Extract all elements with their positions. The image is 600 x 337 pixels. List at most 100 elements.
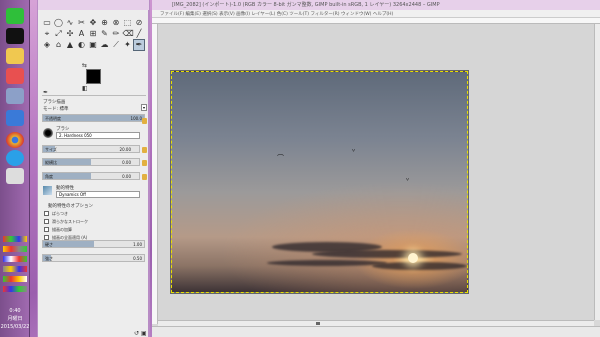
swap-colors-icon[interactable]: ⇆ xyxy=(82,62,87,69)
brush-tool-icon: ✒ xyxy=(43,89,49,96)
stretch-app-icon[interactable] xyxy=(6,110,24,126)
media-app-icon[interactable] xyxy=(6,68,24,84)
chrome-app-icon[interactable] xyxy=(6,132,24,148)
tool-icon-16[interactable]: ⌫ xyxy=(123,29,134,39)
mode-dropdown-arrow-icon[interactable]: ▾ xyxy=(141,104,147,111)
angle-label: 角度 xyxy=(45,174,53,179)
tool-icon-21[interactable]: ◐ xyxy=(77,40,87,50)
status-bar xyxy=(152,326,600,337)
angle-reset-icon[interactable] xyxy=(142,174,147,180)
tool-icon-23[interactable]: ☁ xyxy=(100,40,110,50)
hardness-value: 1.00 xyxy=(133,242,142,247)
tool-icon-15[interactable]: ✏ xyxy=(111,29,121,39)
incremental-checkbox[interactable] xyxy=(44,227,49,232)
menu-items[interactable]: ファイル(F) 編集(E) 選択(S) 表示(V) 画像(I) レイヤー(L) … xyxy=(160,11,393,17)
clock-day: 月曜日 xyxy=(7,316,23,322)
image-window: [IMG_2082] (インポート)-1.0 (RGB カラー 8-bit ガン… xyxy=(152,0,600,337)
tool-icon-2[interactable]: ∿ xyxy=(65,18,75,28)
force-label: 強さ xyxy=(45,256,53,261)
tray-icons-row-3[interactable] xyxy=(3,256,27,262)
sun xyxy=(408,253,418,263)
image-canvas[interactable]: ⌒ ⱽ ⱽ xyxy=(170,70,469,294)
tool-icon-13[interactable]: ⊞ xyxy=(88,29,98,39)
tool-icon-25[interactable]: ✦ xyxy=(123,40,133,50)
clock-date: 2015/03/22 xyxy=(0,324,30,330)
tool-icon-3[interactable]: ✂ xyxy=(77,18,87,28)
restore-defaults-icon[interactable]: ↺ xyxy=(134,330,139,337)
aspect-reset-icon[interactable] xyxy=(142,160,147,166)
tool-icon-11[interactable]: ✣ xyxy=(65,29,75,39)
cloud-band xyxy=(267,260,387,266)
angle-slider[interactable]: 角度 0.00 xyxy=(42,172,140,180)
foreground-color-swatch[interactable] xyxy=(86,69,101,84)
settings-app-icon[interactable] xyxy=(6,88,24,104)
size-slider[interactable]: サイズ 20.00 xyxy=(42,145,140,153)
tool-icon-26[interactable]: ✒ xyxy=(133,39,145,51)
tool-icon-17[interactable]: ╱ xyxy=(134,29,144,39)
skype-app-icon[interactable] xyxy=(6,150,24,166)
cloud-band xyxy=(312,250,462,258)
black-app-icon[interactable] xyxy=(6,28,24,44)
clock-time[interactable]: 0:40 xyxy=(0,308,30,314)
scroll-h-thumb[interactable] xyxy=(316,322,320,325)
tool-icon-18[interactable]: ◈ xyxy=(42,40,52,50)
toolbox-panel: ▭ ◯ ∿ ✂ ✥ ⊕ ⊗ ⬚ ⊘ ⌖ ⤢ ✣ A ⊞ ✎ ✏ ⌫ ╱ ◈ ⌂ ▲ ◐ ▣ ☁ ⟋ ✦ ✒ ⇆ ◧ ✒ ブラシ描画 … xyxy=(37,0,150,337)
cloud-band xyxy=(372,262,467,270)
aspect-value: 0.00 xyxy=(122,160,131,165)
tool-icon-1[interactable]: ◯ xyxy=(54,18,64,28)
tool-icon-24[interactable]: ⟋ xyxy=(111,40,121,50)
vertical-scrollbar[interactable] xyxy=(594,24,600,320)
reset-colors-icon[interactable]: ◧ xyxy=(82,85,88,92)
tray-icons-row-4[interactable] xyxy=(3,266,27,272)
jitter-checkbox[interactable] xyxy=(44,211,49,216)
dynamics-preview-icon[interactable] xyxy=(43,186,52,195)
tool-icon-7[interactable]: ⬚ xyxy=(123,18,133,28)
tray-icons-row-5[interactable] xyxy=(3,276,27,282)
tool-icon-19[interactable]: ⌂ xyxy=(54,40,64,50)
opacity-value: 100.0 xyxy=(130,116,142,121)
brush-name-field[interactable]: 2. Hardness 050 xyxy=(56,132,140,139)
aspect-ratio-slider[interactable]: 縦横比 0.00 xyxy=(42,158,140,166)
tool-icon-6[interactable]: ⊗ xyxy=(111,18,121,28)
save-options-icon[interactable]: ▣ xyxy=(141,330,147,337)
tool-icon-0[interactable]: ▭ xyxy=(42,18,52,28)
tray-icons-row-6[interactable] xyxy=(3,286,27,292)
size-reset-icon[interactable] xyxy=(142,147,147,153)
size-value: 20.00 xyxy=(119,147,131,152)
canvas-area[interactable]: ⌒ ⱽ ⱽ xyxy=(158,24,594,320)
hardness-slider[interactable]: 硬さ 1.00 xyxy=(42,240,145,248)
tray-icons-row-2[interactable] xyxy=(3,246,27,252)
smooth-stroke-checkbox[interactable] xyxy=(44,219,49,224)
toolbox-titlebar[interactable] xyxy=(38,0,149,10)
tool-icon-8[interactable]: ⊘ xyxy=(134,18,144,28)
mode-label[interactable]: モード: 標準 xyxy=(43,106,68,112)
tool-icon-5[interactable]: ⊕ xyxy=(100,18,110,28)
tool-icon-12[interactable]: A xyxy=(77,29,87,39)
opacity-label: 不透明度 xyxy=(45,116,61,121)
dynamics-options-label[interactable]: 動的特性のオプション xyxy=(48,203,93,209)
opacity-reset-icon[interactable] xyxy=(142,118,147,124)
tool-icon-14[interactable]: ✎ xyxy=(100,29,110,39)
dynamics-name-field[interactable]: Dynamics Off xyxy=(56,191,140,198)
angle-value: 0.00 xyxy=(122,174,131,179)
folder-app-icon[interactable] xyxy=(6,48,24,64)
tray-icons-row-1[interactable] xyxy=(3,236,27,242)
tool-icon-20[interactable]: ▲ xyxy=(65,40,75,50)
force-slider[interactable]: 強さ 0.50 xyxy=(42,254,145,262)
tool-icon-4[interactable]: ✥ xyxy=(88,18,98,28)
bird-icon: ⌒ xyxy=(277,154,284,162)
line-app-icon[interactable] xyxy=(6,8,24,24)
brush-preview-icon[interactable] xyxy=(43,128,53,138)
smooth-stroke-label: 滑らかなストローク xyxy=(52,219,88,224)
hardness-label: 硬さ xyxy=(45,242,53,247)
divider xyxy=(42,95,146,96)
jitter-label: ばらつき xyxy=(52,211,68,216)
tool-icon-10[interactable]: ⤢ xyxy=(54,29,64,39)
tool-icon-22[interactable]: ▣ xyxy=(88,40,98,50)
menubar[interactable]: ファイル(F) 編集(E) 選択(S) 表示(V) 画像(I) レイヤー(L) … xyxy=(152,10,600,18)
document-app-icon[interactable] xyxy=(6,168,24,184)
image-window-titlebar[interactable]: [IMG_2082] (インポート)-1.0 (RGB カラー 8-bit ガン… xyxy=(152,0,600,10)
opacity-slider[interactable]: 不透明度 100.0 xyxy=(42,114,145,122)
tool-icon-9[interactable]: ⌖ xyxy=(42,29,52,39)
tool-options-title: ブラシ描画 xyxy=(43,100,66,105)
